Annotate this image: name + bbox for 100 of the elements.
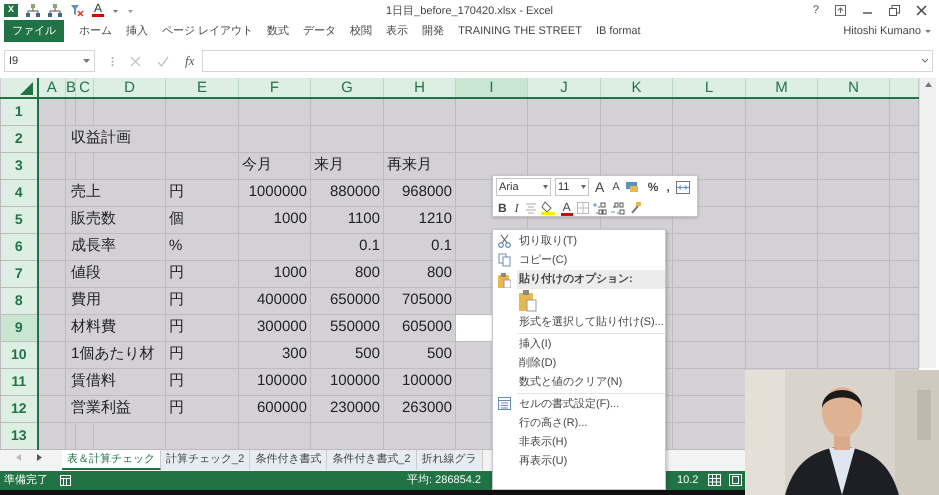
hierarchy-icon[interactable] [48, 4, 62, 16]
caret-icon[interactable] [581, 185, 586, 189]
row-header[interactable]: 7 [0, 260, 38, 287]
column-header[interactable]: J [528, 78, 600, 98]
italic-button[interactable]: I [512, 200, 521, 216]
menu-item[interactable]: コピー(C) [493, 251, 665, 270]
row-header[interactable]: 6 [0, 233, 38, 260]
format-painter-icon[interactable] [628, 202, 642, 214]
formula-input[interactable] [202, 50, 933, 72]
menu-item[interactable]: 非表示(H) [493, 433, 665, 452]
ribbon-tab[interactable]: TRAINING THE STREET [451, 20, 589, 42]
table-cell: 円 [166, 260, 238, 287]
file-tab[interactable]: ファイル [4, 20, 64, 42]
excel-logo[interactable]: X [4, 4, 18, 16]
row-header[interactable]: 1 [0, 98, 38, 125]
font-size-field[interactable]: 11 [555, 178, 589, 196]
status-value: 10.2 [677, 472, 698, 488]
decrease-decimal-icon[interactable] [610, 202, 625, 214]
row-header[interactable]: 2 [0, 125, 38, 152]
fill-color-icon[interactable] [540, 201, 557, 215]
scroll-up-icon[interactable] [924, 82, 932, 87]
column-header[interactable]: K [600, 78, 672, 98]
caret-icon[interactable] [925, 27, 931, 35]
ribbon-tab[interactable]: 校閲 [343, 20, 380, 42]
column-header[interactable]: A [38, 78, 66, 98]
scroll-bar[interactable] [919, 78, 936, 368]
sheet-tab[interactable]: 表＆計算チェック [62, 450, 161, 470]
sheet-tab[interactable]: 条件付き書式 [250, 450, 328, 470]
column-header[interactable]: M [746, 78, 818, 98]
format-cells-icon [498, 397, 511, 411]
menu-item[interactable]: 行の高さ(R)... [493, 414, 665, 433]
insert-function-button[interactable]: fx [185, 51, 194, 71]
restore-icon[interactable] [889, 4, 900, 16]
row-header[interactable]: 13 [0, 422, 38, 449]
ribbon-tab[interactable]: IB format [588, 20, 648, 42]
column-header[interactable]: F [238, 78, 310, 98]
table-cell: 費用 [66, 287, 166, 314]
column-header[interactable]: D [94, 78, 166, 98]
menu-item[interactable]: 再表示(U) [493, 452, 665, 471]
normal-view-icon[interactable] [708, 474, 722, 486]
sheet-tab[interactable]: 折れ線グラ [416, 450, 482, 470]
row-header[interactable]: 10 [0, 341, 38, 368]
paste-icon[interactable] [519, 290, 537, 312]
page-layout-view-icon[interactable] [729, 474, 742, 486]
column-header[interactable]: L [672, 78, 746, 98]
menu-item[interactable]: 数式と値のクリア(N) [493, 373, 665, 392]
ribbon-tab[interactable]: 開発 [415, 20, 452, 42]
table-cell: 円 [166, 368, 238, 395]
bold-button[interactable]: B [496, 200, 509, 216]
name-box[interactable]: I9 [4, 50, 95, 72]
menu-item[interactable]: 形式を選択して貼り付け(S)... [493, 313, 665, 332]
grow-font-button[interactable]: A [593, 179, 606, 195]
select-all-icon[interactable] [18, 80, 32, 94]
shrink-font-button[interactable]: A [610, 179, 622, 195]
ribbon-tab[interactable]: 数式 [260, 20, 296, 42]
close-icon[interactable] [916, 4, 927, 16]
column-header[interactable]: N [818, 78, 890, 98]
font-name-field[interactable]: Aria [496, 178, 551, 196]
sheet-tab[interactable]: 条件付き書式_2 [327, 450, 416, 470]
menu-item[interactable]: セルの書式設定(F)... [493, 395, 665, 414]
merge-cells-icon[interactable] [676, 180, 690, 194]
clear-filter-icon[interactable] [70, 4, 84, 16]
help-button[interactable]: ? [812, 2, 819, 18]
row-header[interactable]: 4 [0, 179, 38, 206]
row-header[interactable]: 11 [0, 368, 38, 395]
ribbon-display-icon[interactable] [835, 4, 846, 16]
row-header[interactable]: 12 [0, 395, 38, 422]
font-color-button[interactable]: A [560, 200, 573, 216]
row-header[interactable]: 3 [0, 152, 38, 179]
sheet-tab[interactable]: 計算チェック_2 [161, 450, 250, 470]
ribbon-tab[interactable]: ホーム [72, 20, 119, 42]
user-name[interactable]: Hitoshi Kumano [843, 22, 921, 40]
caret-icon[interactable] [83, 58, 90, 64]
ribbon-tab[interactable]: データ [296, 20, 344, 42]
ribbon-tab[interactable]: 挿入 [119, 20, 155, 42]
column-header[interactable]: C [76, 78, 94, 98]
next-sheet-icon[interactable] [37, 454, 42, 460]
format-button[interactable]: , [664, 179, 672, 195]
table-cell: 600000 [238, 395, 310, 422]
menu-item[interactable]: 挿入(I) [493, 335, 665, 354]
row-header[interactable]: 9 [0, 314, 38, 341]
ribbon-tab[interactable]: 表示 [379, 20, 416, 42]
menu-item[interactable]: 切り取り(T) [493, 232, 665, 251]
menu-item[interactable]: 削除(D) [493, 354, 665, 373]
increase-decimal-icon[interactable] [592, 202, 607, 214]
macro-record-icon[interactable] [60, 474, 71, 486]
row-header[interactable]: 8 [0, 287, 38, 314]
column-header[interactable]: G [310, 78, 384, 98]
column-header[interactable]: B [66, 78, 76, 98]
row-header[interactable]: 5 [0, 206, 38, 233]
expand-icon[interactable] [921, 58, 929, 64]
font-color-button[interactable]: A [92, 3, 104, 17]
caret-icon[interactable] [543, 185, 548, 189]
column-header[interactable]: H [384, 78, 456, 98]
menu-section-header: 貼り付けのオプション: [517, 270, 665, 289]
column-header[interactable]: E [166, 78, 238, 98]
format-button[interactable]: % [646, 179, 660, 195]
hierarchy-icon[interactable] [26, 4, 40, 16]
ribbon-tab[interactable]: ページ レイアウト [155, 20, 260, 42]
column-header[interactable]: I [456, 78, 528, 98]
